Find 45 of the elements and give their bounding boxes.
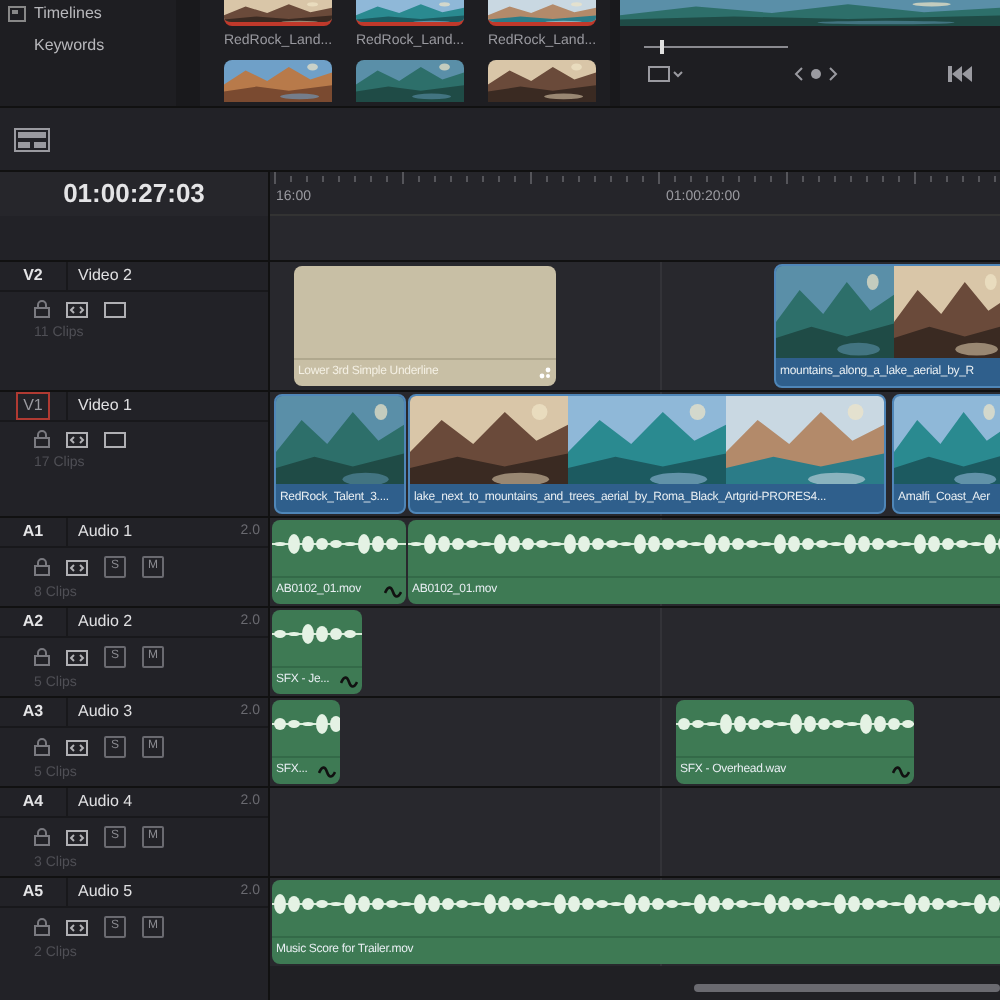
auto-select-icon[interactable] <box>66 649 88 665</box>
auto-select-icon[interactable] <box>66 919 88 935</box>
track-id[interactable]: A4 <box>14 788 52 816</box>
folder-icon <box>8 6 26 22</box>
monitor-icon[interactable] <box>104 301 126 317</box>
track-id[interactable]: A1 <box>14 518 52 546</box>
track-id[interactable]: A2 <box>14 608 52 636</box>
skip-to-start-icon[interactable] <box>948 66 972 82</box>
lock-icon[interactable] <box>34 828 50 846</box>
sidebar-item[interactable]: Keywords <box>34 34 105 58</box>
sidebar-item[interactable]: Timelines <box>34 2 102 26</box>
track-id[interactable]: A3 <box>14 698 52 726</box>
auto-select-icon[interactable] <box>66 739 88 755</box>
screen-icon[interactable] <box>648 66 684 82</box>
curve-icon <box>340 675 358 687</box>
track-name: Video 2 <box>76 264 134 288</box>
lock-icon[interactable] <box>34 300 50 318</box>
lock-icon[interactable] <box>34 918 50 936</box>
auto-select-icon[interactable] <box>66 301 88 317</box>
lock-icon[interactable] <box>34 558 50 576</box>
track-name: Audio 5 <box>76 880 135 904</box>
navigation-icon[interactable] <box>794 66 838 82</box>
curve-icon <box>384 585 402 597</box>
scrubber-handle[interactable] <box>659 40 664 54</box>
track-name: Audio 4 <box>76 790 135 814</box>
curve-icon <box>318 765 336 777</box>
track-id[interactable]: V2 <box>15 262 51 290</box>
track-id[interactable]: A5 <box>14 878 52 906</box>
track-name: Audio 3 <box>76 700 135 724</box>
timecode: 01:00:27:03 <box>63 176 205 213</box>
scrollbar[interactable] <box>694 984 1000 992</box>
auto-select-icon[interactable] <box>66 431 88 447</box>
auto-select-icon[interactable] <box>66 829 88 845</box>
effect-icon <box>538 366 552 380</box>
track-name: Audio 2 <box>76 610 135 634</box>
auto-select-icon[interactable] <box>66 559 88 575</box>
curve-icon <box>892 765 910 777</box>
track-name: Audio 1 <box>76 520 135 544</box>
lock-icon[interactable] <box>34 430 50 448</box>
monitor-icon[interactable] <box>104 431 126 447</box>
lock-icon[interactable] <box>34 648 50 666</box>
timeline-view-icon[interactable] <box>14 127 50 151</box>
track-name: Video 1 <box>76 394 134 418</box>
lock-icon[interactable] <box>34 738 50 756</box>
track-id[interactable]: V1 <box>15 392 51 420</box>
